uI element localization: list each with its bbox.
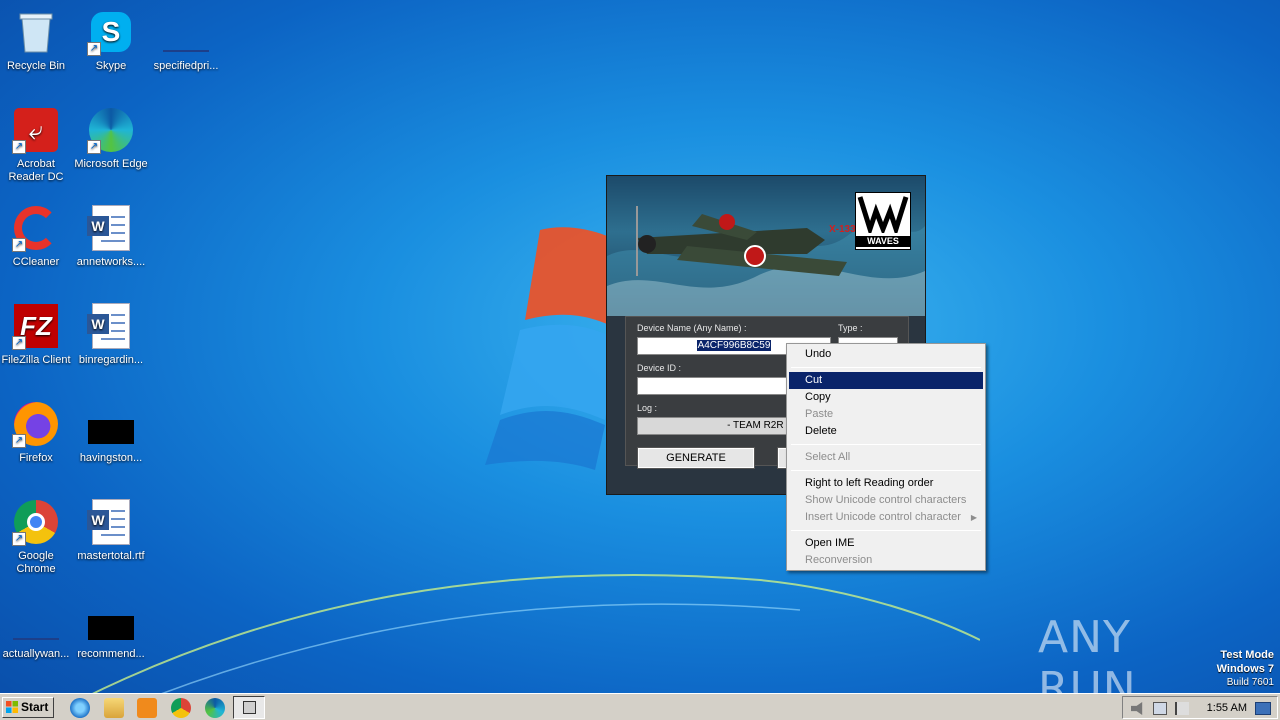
- menu-item-select-all[interactable]: Select All: [789, 449, 983, 466]
- volume-icon[interactable]: [1131, 702, 1143, 715]
- menu-separator: [791, 530, 981, 531]
- black-file-icon: [87, 400, 135, 448]
- start-label: Start: [21, 700, 49, 714]
- edge-icon: ↗: [87, 106, 135, 154]
- black-file-icon: [87, 596, 135, 644]
- clock[interactable]: 1:55 AM: [1207, 702, 1247, 714]
- acrobat-icon: ⤶ ↗: [12, 106, 60, 154]
- log-label: Log :: [637, 403, 658, 413]
- shortcut-arrow-icon: ↗: [12, 140, 26, 154]
- action-center-flag-icon[interactable]: [1175, 702, 1189, 715]
- test-mode-line: Test Mode: [1220, 649, 1274, 661]
- menu-item-rtl-reading-order[interactable]: Right to left Reading order: [789, 475, 983, 492]
- desktop-icon-specifiedpri[interactable]: specifiedpri...: [148, 8, 224, 73]
- word-document-icon: W: [87, 204, 135, 252]
- desktop-icon-annetworks[interactable]: W annetworks....: [73, 204, 149, 269]
- desktop-icon-filezilla[interactable]: FZ ↗ FileZilla Client: [0, 302, 74, 367]
- shortcut-arrow-icon: ↗: [12, 434, 26, 448]
- menu-item-insert-unicode-control[interactable]: Insert Unicode control character ▶: [789, 509, 983, 526]
- menu-separator: [791, 444, 981, 445]
- device-id-label: Device ID :: [637, 363, 682, 373]
- shortcut-arrow-icon: ↗: [87, 42, 101, 56]
- test-mode-notice: Test Mode Windows 7 Build 7601: [1217, 648, 1274, 690]
- menu-item-copy[interactable]: Copy: [789, 389, 983, 406]
- keygen-banner: X-133 WAVES: [607, 176, 925, 316]
- keygen-app-icon: [243, 701, 256, 714]
- menu-item-reconversion[interactable]: Reconversion: [789, 552, 983, 569]
- desktop-icon-binregardin[interactable]: W binregardin...: [73, 302, 149, 367]
- plane-marking: X-133: [829, 224, 856, 235]
- desktop-icon-chrome[interactable]: ↗ Google Chrome: [0, 498, 74, 576]
- menu-item-undo[interactable]: Undo: [789, 346, 983, 363]
- show-desktop-icon[interactable]: [1255, 702, 1271, 715]
- menu-item-insert-unicode-label: Insert Unicode control character: [805, 511, 961, 523]
- firefox-icon: ↗: [12, 400, 60, 448]
- desktop-icon-skype[interactable]: S ↗ Skype: [73, 8, 149, 73]
- submenu-arrow-icon: ▶: [970, 513, 977, 522]
- menu-item-cut[interactable]: Cut: [789, 372, 983, 389]
- filezilla-icon: FZ ↗: [12, 302, 60, 350]
- taskbar: Start 1:55 AM: [0, 693, 1280, 720]
- media-player-icon[interactable]: [137, 698, 157, 718]
- shortcut-arrow-icon: ↗: [12, 336, 26, 350]
- chrome-taskbar-icon[interactable]: [171, 698, 191, 718]
- menu-item-delete[interactable]: Delete: [789, 423, 983, 440]
- menu-separator: [791, 367, 981, 368]
- build-line: Build 7601: [1226, 677, 1274, 688]
- recycle-bin-icon: [12, 8, 60, 56]
- menu-item-show-unicode-control[interactable]: Show Unicode control characters: [789, 492, 983, 509]
- menu-separator: [791, 470, 981, 471]
- shortcut-arrow-icon: ↗: [87, 140, 101, 154]
- anyrun-watermark: ANY RUN: [1038, 612, 1238, 714]
- windows-flag-icon: [6, 701, 18, 713]
- system-tray: 1:55 AM: [1122, 696, 1278, 719]
- windows-version-line: Windows 7: [1216, 663, 1274, 675]
- desktop-icon-edge[interactable]: ↗ Microsoft Edge: [73, 106, 149, 171]
- context-menu: Undo Cut Copy Paste Delete Select All Ri…: [786, 343, 986, 571]
- blank-file-icon: [12, 596, 60, 644]
- chrome-icon: ↗: [12, 498, 60, 546]
- edge-taskbar-icon[interactable]: [205, 698, 225, 718]
- menu-item-paste[interactable]: Paste: [789, 406, 983, 423]
- menu-item-open-ime[interactable]: Open IME: [789, 535, 983, 552]
- desktop-icon-havingston[interactable]: havingston...: [73, 400, 149, 465]
- device-name-label: Device Name (Any Name) :: [637, 323, 747, 333]
- waves-logo: WAVES: [855, 192, 911, 250]
- desktop-icon-actuallywan[interactable]: actuallywan...: [0, 596, 74, 661]
- blank-file-icon: [162, 8, 210, 56]
- start-button[interactable]: Start: [2, 697, 54, 718]
- waves-w-icon: [857, 196, 909, 238]
- word-document-icon: W: [87, 302, 135, 350]
- type-label: Type :: [838, 323, 863, 333]
- keygen-taskbar-button[interactable]: [233, 696, 265, 719]
- generate-button[interactable]: GENERATE: [637, 447, 755, 469]
- desktop-icon-recommend[interactable]: recommend...: [73, 596, 149, 661]
- desktop-icon-acrobat[interactable]: ⤶ ↗ Acrobat Reader DC: [0, 106, 74, 184]
- shortcut-arrow-icon: ↗: [12, 238, 26, 252]
- shortcut-arrow-icon: ↗: [12, 532, 26, 546]
- file-explorer-icon[interactable]: [104, 698, 124, 718]
- word-document-icon: W: [87, 498, 135, 546]
- desktop-icon-firefox[interactable]: ↗ Firefox: [0, 400, 74, 465]
- ccleaner-icon: ↗: [12, 204, 60, 252]
- skype-icon: S ↗: [87, 8, 135, 56]
- device-name-selected-text: A4CF996B8C59: [696, 340, 772, 351]
- network-icon[interactable]: [1153, 702, 1167, 715]
- internet-explorer-icon[interactable]: [70, 698, 90, 718]
- desktop-icon-mastertotal[interactable]: W mastertotal.rtf: [73, 498, 149, 563]
- desktop-icon-recycle-bin[interactable]: Recycle Bin: [0, 8, 74, 73]
- desktop-icon-ccleaner[interactable]: ↗ CCleaner: [0, 204, 74, 269]
